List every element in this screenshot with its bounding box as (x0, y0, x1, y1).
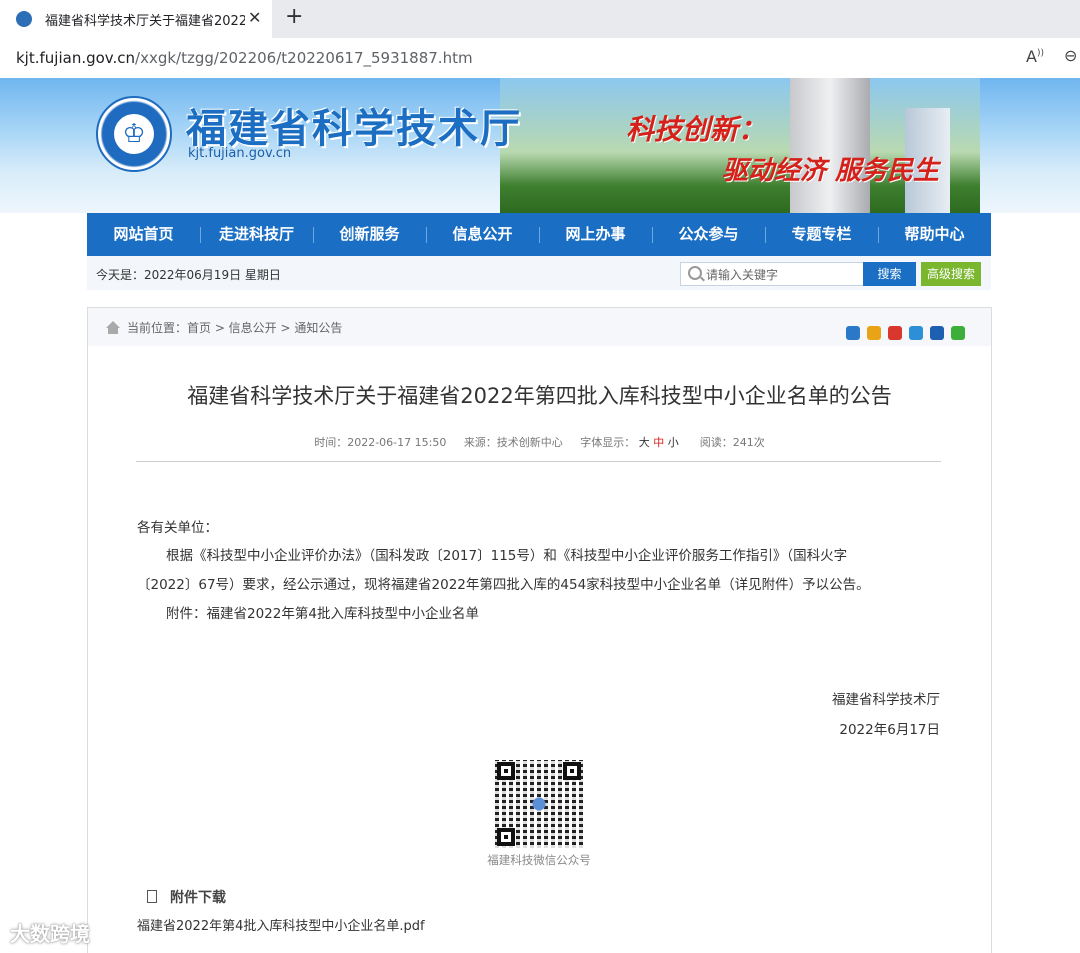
nav-online-services[interactable]: 网上办事 (539, 213, 652, 256)
more-icon[interactable]: ⊖ (1064, 46, 1077, 65)
read-aloud-icon[interactable]: A)) (1026, 47, 1044, 66)
watermark: 大数跨境 (10, 922, 90, 946)
nav-about[interactable]: 走进科技厅 (200, 213, 313, 256)
site-logo[interactable]: ♔ (96, 96, 172, 172)
plus-share-icon[interactable] (846, 326, 860, 340)
search-placeholder: 请输入关键字 (706, 268, 779, 282)
meta-source: 来源：技术创新中心 (463, 436, 563, 449)
browser-tabbar: 福建省科学技术厅关于福建省2022 ✕ + (0, 0, 1080, 38)
advanced-search-button[interactable]: 高级搜索 (921, 262, 981, 286)
banner-slogan-line2: 驱动经济 服务民生 (722, 156, 940, 186)
new-tab-icon[interactable]: + (285, 4, 303, 29)
close-tab-icon[interactable]: ✕ (248, 8, 261, 27)
attachment-file-link[interactable]: 福建省2022年第4批入库科技型中小企业名单.pdf (137, 915, 425, 934)
address-bar[interactable]: kjt.fujian.gov.cn/xxgk/tzgg/202206/t2022… (0, 38, 1080, 79)
body-line-2: 〔2022〕67号）要求，经公示通过，现将福建省2022年第四批入库的454家科… (137, 577, 870, 593)
banner-tower-image (790, 78, 870, 213)
publish-date: 2022年6月17日 (839, 722, 940, 738)
nav-innovation-service[interactable]: 创新服务 (313, 213, 426, 256)
breadcrumb[interactable]: 当前位置：首页 > 信息公开 > 通知公告 (127, 319, 342, 336)
search-icon (688, 266, 702, 280)
article-meta: 时间：2022-06-17 15:50 来源：技术创新中心 字体显示： 大 中 … (88, 434, 991, 450)
qr-caption: 福建科技微信公众号 (487, 853, 591, 867)
nav-public-participation[interactable]: 公众参与 (652, 213, 765, 256)
info-bar: 今天是：2022年06月19日 星期日 请输入关键字 搜索 高级搜索 (87, 256, 991, 290)
wechat-qr-code (495, 760, 583, 848)
main-nav: 网站首页 走进科技厅 创新服务 信息公开 网上办事 公众参与 专题专栏 帮助中心 (87, 213, 991, 256)
salutation: 各有关单位： (137, 520, 218, 536)
home-icon (106, 321, 120, 334)
nav-help-center[interactable]: 帮助中心 (878, 213, 991, 256)
site-domain: kjt.fujian.gov.cn (188, 146, 292, 161)
article-title: 福建省科学技术厅关于福建省2022年第四批入库科技型中小企业名单的公告 (187, 384, 892, 408)
browser-tab[interactable]: 福建省科学技术厅关于福建省2022 ✕ (0, 0, 272, 38)
search-input[interactable]: 请输入关键字 (680, 262, 864, 286)
today-date: 今天是：2022年06月19日 星期日 (96, 268, 281, 282)
wechat-share-icon[interactable] (951, 326, 965, 340)
body-line-1: 根据《科技型中小企业评价办法》（国科发政〔2017〕115号）和《科技型中小企业… (166, 548, 848, 564)
title-divider (136, 461, 941, 462)
renren-share-icon[interactable] (930, 326, 944, 340)
attachment-download-title: 附件下载 (170, 890, 226, 906)
attachment-note: 附件：福建省2022年第4批入库科技型中小企业名单 (166, 606, 479, 622)
weibo-share-icon[interactable] (888, 326, 902, 340)
search-button[interactable]: 搜索 (863, 262, 916, 286)
font-large-link[interactable]: 大 (639, 436, 650, 449)
font-medium-link[interactable]: 中 (653, 436, 664, 449)
nav-special-topics[interactable]: 专题专栏 (765, 213, 878, 256)
banner-slogan-line1: 科技创新： (626, 113, 767, 146)
document-icon (147, 890, 157, 903)
content-panel: 当前位置：首页 > 信息公开 > 通知公告 福建省科学技术厅关于福建省2022年… (87, 307, 992, 953)
meta-font-label: 字体显示： (580, 436, 636, 449)
signature: 福建省科学技术厅 (832, 692, 940, 708)
emblem-icon: ♔ (114, 114, 154, 154)
meta-reads: 阅读：241次 (699, 436, 765, 449)
tencent-share-icon[interactable] (909, 326, 923, 340)
nav-info-disclosure[interactable]: 信息公开 (426, 213, 539, 256)
url-text[interactable]: kjt.fujian.gov.cn/xxgk/tzgg/202206/t2022… (16, 49, 473, 67)
meta-time: 时间：2022-06-17 15:50 (314, 436, 447, 449)
tab-title: 福建省科学技术厅关于福建省2022 (45, 14, 245, 29)
nav-home[interactable]: 网站首页 (87, 213, 200, 256)
qzone-share-icon[interactable] (867, 326, 881, 340)
breadcrumb-bar: 当前位置：首页 > 信息公开 > 通知公告 (88, 308, 991, 346)
site-favicon-icon (16, 11, 32, 27)
font-small-link[interactable]: 小 (668, 436, 679, 449)
